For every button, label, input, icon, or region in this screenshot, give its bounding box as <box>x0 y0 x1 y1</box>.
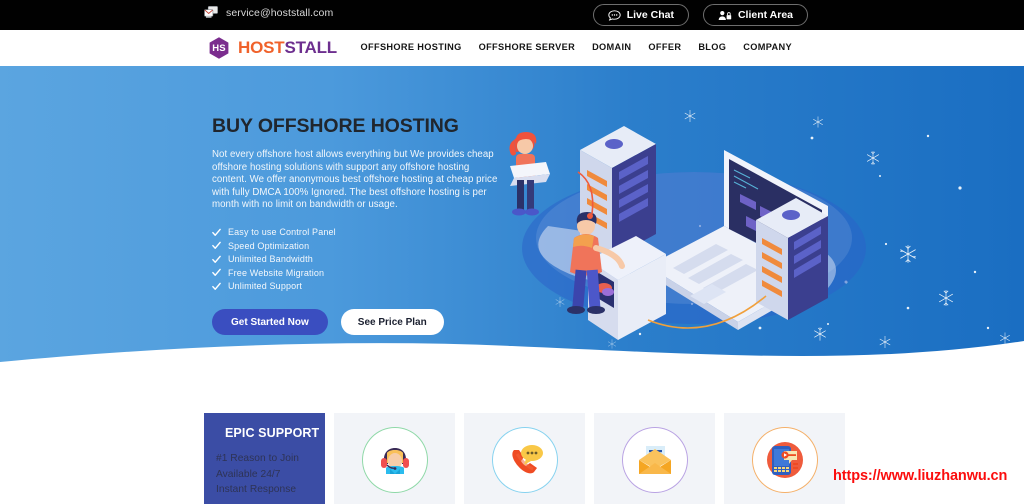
feature-label: Unlimited Support <box>228 281 303 292</box>
top-utility-bar: service@hoststall.com Live Chat Client A… <box>0 0 1024 30</box>
check-icon <box>212 255 221 264</box>
mobile-messenger-icon <box>766 442 803 478</box>
check-icon <box>212 268 221 277</box>
nav-item-company[interactable]: COMPANY <box>743 42 792 52</box>
client-area-button[interactable]: Client Area <box>702 4 808 26</box>
nav-item-domain[interactable]: DOMAIN <box>592 42 631 52</box>
support-cards-row: EPIC SUPPORT #1 Reason to Join Available… <box>204 413 845 504</box>
feature-item: Unlimited Bandwidth <box>212 253 512 266</box>
isometric-server-cloud-illustration <box>509 126 866 340</box>
icon-ring <box>491 427 558 493</box>
support-card-email[interactable]: Live Chat <box>594 413 715 504</box>
epic-support-card: EPIC SUPPORT #1 Reason to Join Available… <box>204 413 325 504</box>
epic-support-title: EPIC SUPPORT <box>225 426 320 440</box>
contact-email-text: service@hoststall.com <box>226 6 334 19</box>
phone-chat-icon <box>511 445 543 474</box>
nav-item-offer[interactable]: OFFER <box>648 42 681 52</box>
epic-support-line: #1 Reason to Join <box>216 453 299 464</box>
watermark-url: https://www.liuzhanwu.cn <box>833 468 1008 484</box>
check-icon <box>212 228 221 237</box>
feature-label: Easy to use Control Panel <box>228 227 336 238</box>
main-navigation: OFFSHORE HOSTING OFFSHORE SERVER DOMAIN … <box>361 42 792 52</box>
hero-title: BUY OFFSHORE HOSTING <box>212 115 459 137</box>
feature-item: Unlimited Support <box>212 280 512 293</box>
epic-support-line: Instant Response <box>216 484 297 495</box>
page-root: service@hoststall.com Live Chat Client A… <box>0 0 1024 504</box>
mail-monitor-icon <box>204 6 219 19</box>
hero-description: Not every offshore host allows everythin… <box>212 149 498 211</box>
feature-item: Easy to use Control Panel <box>212 226 512 239</box>
get-started-button[interactable]: Get Started Now <box>212 309 328 336</box>
icon-ring <box>751 427 818 493</box>
logo-word-stall: STALL <box>284 38 337 57</box>
logo-word-host: HOST <box>238 38 285 57</box>
site-header: HS HOSTSTALL OFFSHORE HOSTING OFFSHORE S… <box>0 30 1024 66</box>
live-chat-button-label: Live Chat <box>626 9 674 21</box>
support-card-phone[interactable]: Phone <box>464 413 585 504</box>
nav-item-offshore-hosting[interactable]: OFFSHORE HOSTING <box>361 42 462 52</box>
hero-feature-list: Easy to use Control Panel Speed Optimiza… <box>212 226 512 293</box>
contact-email[interactable]: service@hoststall.com <box>204 6 333 19</box>
hero-cta-group: Get Started Now See Price Plan <box>212 309 512 336</box>
hero-copy: BUY OFFSHORE HOSTING Not every offshore … <box>212 115 512 336</box>
feature-label: Unlimited Bandwidth <box>228 254 313 265</box>
see-price-plan-button[interactable]: See Price Plan <box>340 309 444 336</box>
user-lock-icon <box>718 10 732 21</box>
chat-bubble-icon <box>608 9 621 21</box>
logo-wordmark: HOSTSTALL <box>238 38 337 58</box>
icon-ring <box>361 427 428 493</box>
feature-label: Speed Optimization <box>228 240 310 251</box>
live-chat-button[interactable]: Live Chat <box>592 4 689 26</box>
check-icon <box>212 241 221 250</box>
support-card-messenger[interactable]: Messenger <box>724 413 845 504</box>
feature-label: Free Website Migration <box>228 267 325 278</box>
epic-support-line: Available 24/7 <box>216 468 281 480</box>
check-icon <box>212 282 221 291</box>
feature-item: Free Website Migration <box>212 266 512 279</box>
envelope-mail-icon <box>638 446 671 474</box>
logo-mark-text: HS <box>212 42 226 54</box>
support-card-live-chat[interactable]: Live Chat <box>334 413 455 504</box>
feature-item: Speed Optimization <box>212 239 512 252</box>
client-area-button-label: Client Area <box>737 9 793 21</box>
nav-item-blog[interactable]: BLOG <box>698 42 726 52</box>
hero-section: BUY OFFSHORE HOSTING Not every offshore … <box>0 66 1024 366</box>
headset-agent-icon <box>380 448 409 474</box>
logo-hexagon-icon: HS <box>207 36 231 60</box>
nav-item-offshore-server[interactable]: OFFSHORE SERVER <box>479 42 575 52</box>
icon-ring <box>621 427 688 493</box>
site-logo[interactable]: HS HOSTSTALL <box>207 36 337 60</box>
top-bar-actions: Live Chat Client Area <box>592 4 808 26</box>
